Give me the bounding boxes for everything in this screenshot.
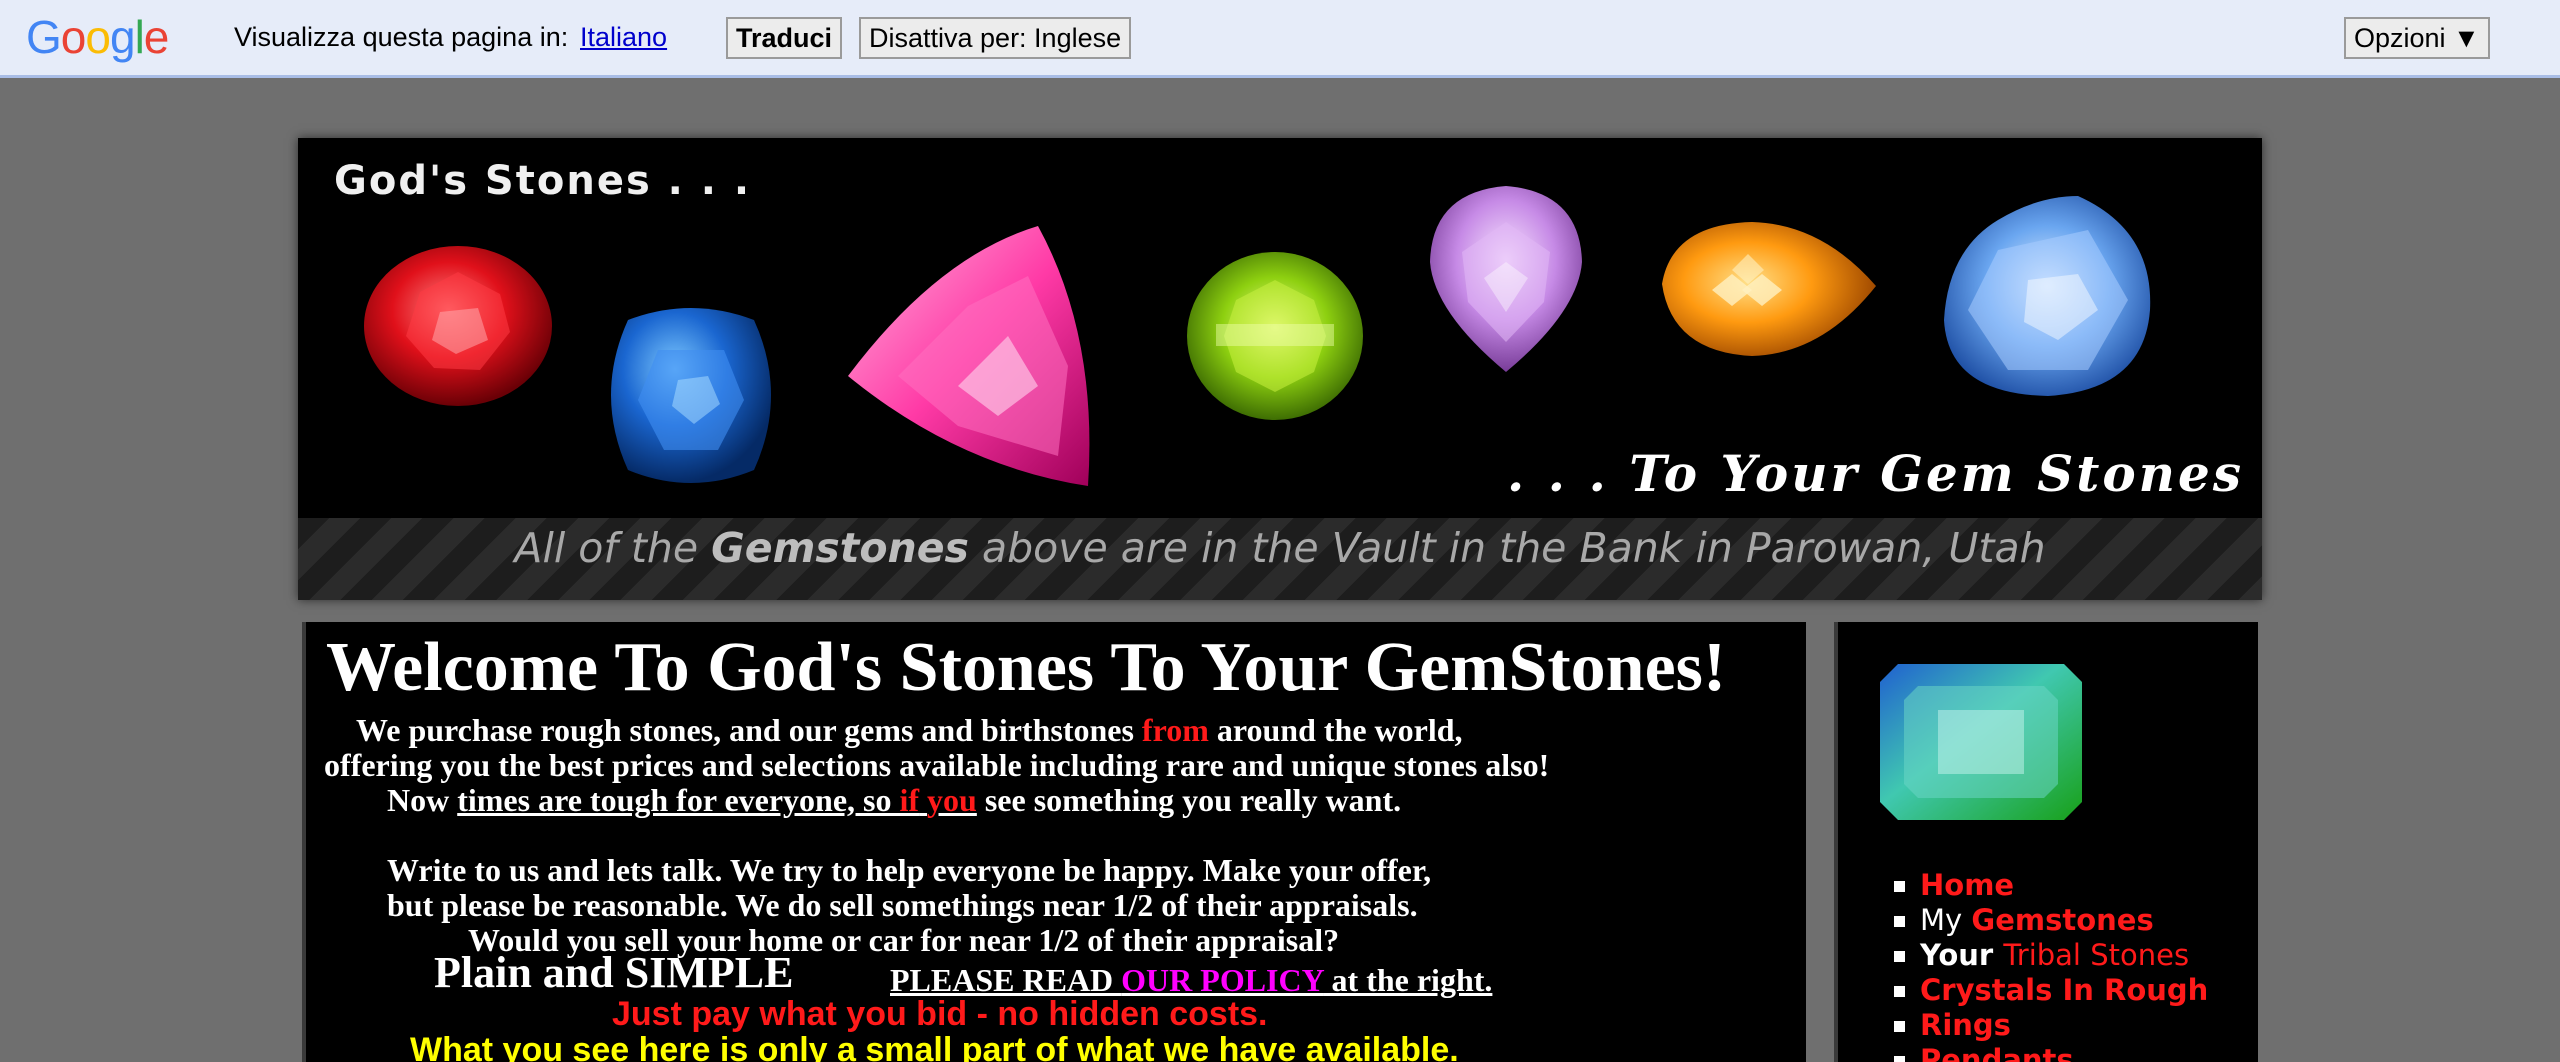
nav-item-pendants[interactable]: Pendants <box>1894 1043 2208 1062</box>
nav-item-crystals-label: Crystals In Rough <box>1920 973 2209 1007</box>
translate-button[interactable]: Traduci <box>726 17 843 59</box>
policy-suffix: at the right. <box>1323 962 1493 998</box>
blue-topaz-gem-icon <box>1944 196 2151 396</box>
intro-line-1-a: We purchase rough stones, and our gems a… <box>356 712 1142 748</box>
sidebar: Home My Gemstones Your Tribal Stones Cry… <box>1834 622 2258 1062</box>
language-link[interactable]: Italiano <box>580 22 667 53</box>
nav-item-tribal-stones[interactable]: Your Tribal Stones <box>1894 938 2208 973</box>
sapphire-gem-icon <box>611 308 771 483</box>
peridot-gem-icon <box>1187 252 1363 420</box>
page-title: Welcome To God's Stones To Your GemStone… <box>326 629 1727 706</box>
google-logo: Google <box>26 11 170 63</box>
nav-item-crystals-in-rough[interactable]: Crystals In Rough <box>1894 973 2208 1008</box>
nav-item-my-gemstones[interactable]: My Gemstones <box>1894 903 2208 938</box>
no-hidden-costs-text: Just pay what you bid - no hidden costs. <box>612 995 1268 1033</box>
intro-line-3: Now times are tough for everyone, so if … <box>387 782 1401 818</box>
logo-letter-2: o <box>60 11 87 63</box>
our-policy-link[interactable]: OUR POLICY <box>1121 962 1323 998</box>
policy-prefix: PLEASE READ <box>890 962 1122 998</box>
intro-line-5: but please be reasonable. We do sell som… <box>387 887 1418 923</box>
banner-title: God's Stones . . . <box>334 158 752 204</box>
logo-letter-4: g <box>109 11 136 63</box>
ruby-gem-icon <box>364 246 552 406</box>
intro-line-3-if: if <box>899 782 920 818</box>
tourmaline-emerald-cut-gem-icon <box>1880 664 2082 820</box>
caption-suffix: above are in the Vault in the Bank in Pa… <box>968 524 2046 572</box>
pink-trillion-gem-icon <box>848 226 1090 486</box>
availability-text: What you see here is only a small part o… <box>410 1031 1459 1062</box>
policy-line: PLEASE READ OUR POLICY at the right. <box>890 962 1492 998</box>
options-button[interactable]: Opzioni ▼ <box>2344 17 2490 59</box>
intro-line-1-b: around the world, <box>1208 712 1463 748</box>
header-banner: God's Stones . . . . . . To Your Gem Sto… <box>298 138 2262 600</box>
intro-line-3-underlined: times are tough for everyone, so if you <box>457 782 977 818</box>
logo-letter-1: G <box>26 11 62 63</box>
intro-line-1-red: from <box>1141 712 1209 748</box>
intro-line-3-space <box>919 782 927 818</box>
banner-caption-strip: All of the Gemstones above are in the Va… <box>298 518 2262 600</box>
intro-line-2: offering you the best prices and selecti… <box>324 747 1550 783</box>
translate-label: Visualizza questa pagina in: <box>234 22 569 52</box>
nav-item-my-gemstones-prefix: My <box>1920 903 1972 937</box>
translate-bar: Google Visualizza questa pagina in: Ital… <box>0 0 2560 78</box>
main-content: Welcome To God's Stones To Your GemStone… <box>302 622 1806 1062</box>
banner-tagline: . . . To Your Gem Stones <box>1506 444 2244 503</box>
intro-line-3-b: see something you really want. <box>976 782 1402 818</box>
nav-item-tribal-stones-label: Tribal Stones <box>2003 938 2190 972</box>
citrine-briolette-gem-icon <box>1662 222 1876 356</box>
nav-item-my-gemstones-label: Gemstones <box>1971 903 2154 937</box>
intro-line-1: We purchase rough stones, and our gems a… <box>356 712 1463 748</box>
intro-line-3-a: Now <box>387 782 458 818</box>
logo-letter-3: o <box>85 11 111 63</box>
nav-item-tribal-stones-prefix: Your <box>1920 938 2004 972</box>
logo-letter-6: e <box>143 11 170 63</box>
amethyst-pear-gem-icon <box>1430 186 1582 372</box>
sidebar-nav: Home My Gemstones Your Tribal Stones Cry… <box>1894 868 2208 1062</box>
nav-item-rings-label: Rings <box>1920 1008 2011 1042</box>
nav-item-home[interactable]: Home <box>1894 868 2208 903</box>
intro-line-3-u: times are tough for everyone, so <box>457 782 900 818</box>
caption-prefix: All of the <box>514 524 712 572</box>
disable-translation-button[interactable]: Disattiva per: Inglese <box>859 17 1132 59</box>
nav-item-pendants-label: Pendants <box>1920 1043 2074 1062</box>
intro-line-3-you: you <box>927 782 977 818</box>
caption-bold: Gemstones <box>711 524 969 572</box>
nav-item-home-label: Home <box>1920 868 2015 902</box>
logo-letter-5: l <box>134 11 145 63</box>
nav-item-rings[interactable]: Rings <box>1894 1008 2208 1043</box>
banner-caption: All of the Gemstones above are in the Va… <box>298 518 2262 578</box>
intro-line-4: Write to us and lets talk. We try to hel… <box>387 852 1432 888</box>
plain-simple-text: Plain and SIMPLE <box>434 948 794 997</box>
